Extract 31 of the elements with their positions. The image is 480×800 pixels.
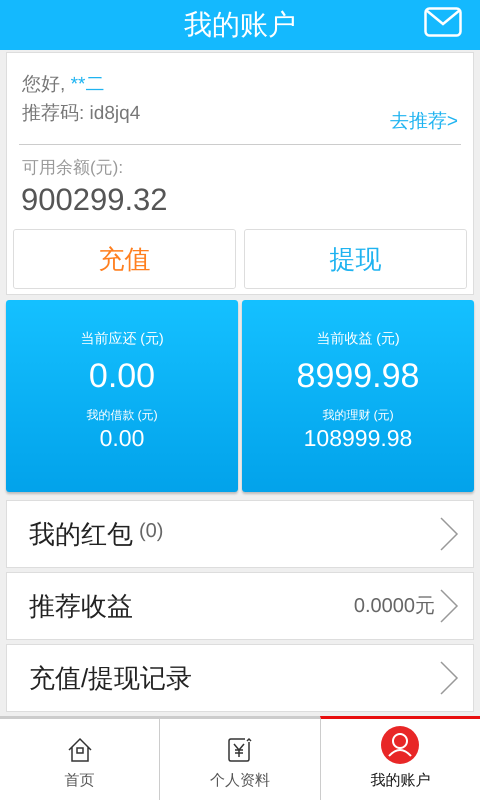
house-icon bbox=[66, 736, 94, 764]
stat-sub-label: 我的理财 (元) bbox=[322, 406, 394, 424]
chevron-right-icon bbox=[439, 588, 459, 624]
stat-sub-label: 我的借款 (元) bbox=[86, 406, 158, 424]
menu-count: (0) bbox=[139, 519, 164, 544]
stat-label: 当前收益 (元) bbox=[316, 329, 400, 348]
tab-item[interactable]: 我的账户 bbox=[320, 716, 480, 800]
stat-value: 0.00 bbox=[88, 356, 156, 397]
chevron-right-icon bbox=[439, 660, 459, 696]
menu-value: 0.0000元 bbox=[354, 594, 435, 619]
menu-row[interactable]: 推荐收益 0.0000元 bbox=[6, 572, 474, 640]
menu-row[interactable]: 充值/提现记录 bbox=[6, 644, 474, 712]
mail-icon[interactable] bbox=[424, 7, 462, 37]
referral-code: 推荐码: id8jq4 bbox=[22, 102, 140, 126]
user-icon bbox=[381, 726, 420, 764]
menu-label: 我的红包 bbox=[29, 518, 133, 550]
menu-label: 推荐收益 bbox=[29, 590, 133, 622]
chevron-right-icon bbox=[439, 516, 459, 552]
tab-item[interactable]: 首页 bbox=[0, 716, 160, 800]
stat-sub-value: 108999.98 bbox=[304, 424, 412, 452]
balance-label: 可用余额(元): bbox=[21, 157, 124, 179]
stat-value: 8999.98 bbox=[296, 356, 420, 397]
tab-item[interactable]: 个人资料 bbox=[159, 716, 320, 800]
page-title: 我的账户 bbox=[184, 8, 296, 42]
balance-amount: 900299.32 bbox=[20, 180, 169, 218]
stat-label: 当前应还 (元) bbox=[80, 329, 164, 348]
yen-icon bbox=[226, 736, 253, 764]
greeting-text: 您好, **二 bbox=[22, 73, 106, 97]
stat-sub-value: 0.00 bbox=[100, 424, 144, 452]
menu-row[interactable]: 我的红包 (0) bbox=[6, 500, 474, 568]
menu-label: 充值/提现记录 bbox=[29, 662, 192, 694]
